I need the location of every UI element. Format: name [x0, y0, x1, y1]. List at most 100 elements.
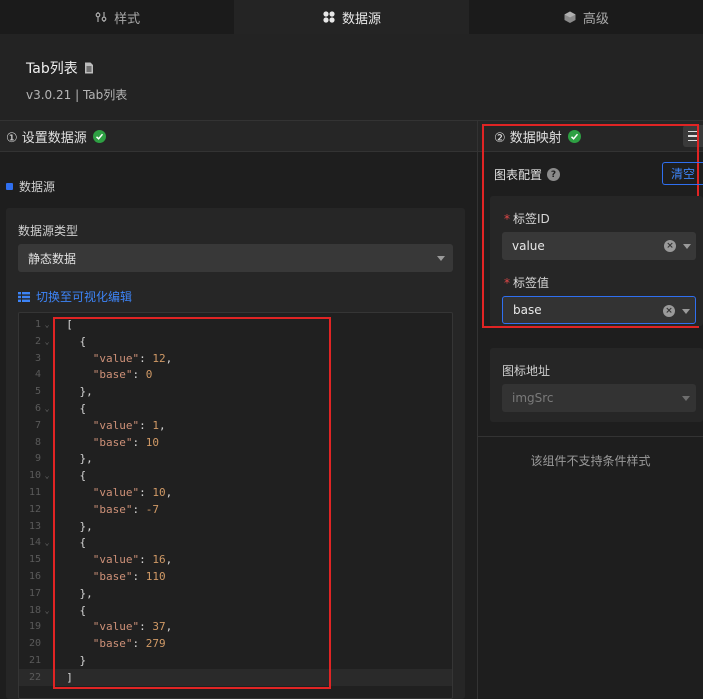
switch-visual-edit-text: 切换至可视化编辑	[36, 290, 133, 304]
code-text: },	[53, 385, 93, 399]
tag-id-label-text: 标签ID	[513, 212, 550, 226]
line-number: 1	[34, 319, 41, 330]
tab-datasource-label: 数据源	[341, 11, 381, 27]
line-number: 7	[34, 419, 41, 431]
code-line: 20 "base": 279	[19, 635, 452, 652]
line-number: 3	[34, 352, 41, 364]
line-number: 6	[34, 403, 41, 414]
tab-advanced-label: 高级	[582, 11, 609, 27]
clear-circle-icon[interactable]: ×	[663, 305, 675, 317]
code-text: "base": -7	[92, 502, 159, 516]
code-line: 11 "value": 10,	[19, 484, 452, 501]
column-divider	[477, 120, 478, 699]
table-grid-icon	[18, 291, 30, 302]
square-icon	[6, 183, 13, 190]
code-line: 14 ⌄ {	[19, 534, 452, 551]
switch-visual-edit-link[interactable]: 切换至可视化编辑	[18, 288, 132, 305]
icon-address-label: 图标地址	[502, 364, 551, 378]
code-line: 5 },	[19, 383, 452, 400]
tag-id-select[interactable]: value ×	[502, 232, 696, 260]
line-number: 21	[28, 655, 41, 666]
tag-value-value: base	[513, 303, 542, 317]
mapping-step-header[interactable]: ② 数据映射	[478, 120, 703, 152]
tab-style[interactable]: 样式	[0, 0, 234, 34]
code-text: {	[53, 402, 87, 415]
code-line: 18 ⌄ {	[19, 602, 452, 619]
database-icon	[323, 11, 335, 23]
line-number: 12	[28, 503, 41, 515]
fold-chevron-icon[interactable]: ⌄	[41, 538, 53, 547]
fold-chevron-icon[interactable]: ⌄	[41, 320, 53, 329]
line-number: 17	[28, 587, 41, 599]
fold-chevron-icon[interactable]: ⌄	[41, 337, 53, 346]
check-circle-icon	[92, 129, 106, 143]
datasource-panel: 数据源类型 静态数据 切换至可视化编辑 1 ⌄ [2 ⌄ {3 "value": 1…	[6, 208, 465, 699]
code-line: 13 },	[19, 518, 452, 535]
tag-value-label-text: 标签值	[513, 276, 550, 290]
json-code-editor[interactable]: 1 ⌄ [2 ⌄ {3 "value": 12, 4 "base": 05 }, 6 ⌄ …	[18, 312, 453, 699]
code-line: 21 }	[19, 652, 452, 669]
no-condition-style-text: 该组件不支持条件样式	[530, 454, 651, 468]
caret-down-icon	[683, 244, 691, 249]
chart-config-label: 图表配置 ?	[494, 166, 561, 183]
line-number: 22	[28, 671, 41, 683]
code-text: },	[53, 519, 93, 533]
caret-down-icon	[682, 396, 690, 401]
fold-chevron-icon[interactable]: ⌄	[41, 471, 53, 480]
line-number: 16	[28, 571, 41, 582]
section-divider	[478, 436, 703, 437]
caret-down-icon	[437, 256, 445, 261]
check-circle-icon	[567, 129, 581, 143]
line-number: 8	[34, 436, 41, 448]
code-line: 9 },	[19, 450, 452, 467]
tab-style-label: 样式	[114, 11, 141, 27]
line-number: 14	[28, 537, 41, 549]
tag-id-label: * 标签ID	[504, 210, 550, 227]
required-asterisk: *	[504, 276, 510, 290]
code-text: [	[53, 318, 73, 331]
line-number: 5	[34, 386, 41, 398]
help-icon[interactable]: ?	[547, 168, 561, 181]
code-text: "base": 279	[92, 637, 166, 651]
caret-down-icon	[682, 309, 690, 314]
code-line: 8 "base": 10	[19, 434, 452, 451]
icon-address-select[interactable]: imgSrc	[502, 384, 696, 412]
code-line: 4 "base": 0	[19, 366, 452, 383]
cube-icon	[564, 11, 576, 23]
datasource-step-header[interactable]: ① 设置数据源	[0, 120, 478, 152]
code-text: "value": 1,	[92, 418, 166, 432]
datasource-label-text: 数据源	[19, 180, 56, 194]
code-line: 17 },	[19, 585, 452, 602]
line-number: 11	[28, 487, 41, 498]
tab-datasource[interactable]: 数据源	[234, 0, 469, 34]
code-line: 10 ⌄ {	[19, 467, 452, 484]
code-text: {	[53, 536, 87, 550]
fold-chevron-icon[interactable]: ⌄	[41, 606, 53, 615]
line-number: 18	[28, 604, 41, 616]
tag-value-select[interactable]: base ×	[502, 296, 696, 324]
code-line: 2 ⌄ {	[19, 333, 452, 350]
datasource-type-select[interactable]: 静态数据	[18, 244, 453, 272]
line-number: 4	[34, 369, 41, 381]
document-icon[interactable]	[84, 62, 94, 74]
code-line: 6 ⌄ {	[19, 400, 452, 417]
fold-chevron-icon[interactable]: ⌄	[41, 404, 53, 413]
code-line: 15 "value": 16,	[19, 551, 452, 568]
code-text: ]	[53, 670, 73, 684]
datasource-label: 数据源	[6, 178, 55, 195]
datasource-type-value: 静态数据	[28, 251, 77, 266]
clear-circle-icon[interactable]: ×	[664, 240, 676, 252]
code-text: "value": 16,	[92, 553, 173, 567]
required-asterisk: *	[504, 212, 510, 226]
code-line: 19 "value": 37,	[19, 618, 452, 635]
clear-button[interactable]: 清空	[662, 162, 703, 185]
component-title: Tab列表	[26, 58, 94, 78]
tab-advanced[interactable]: 高级	[469, 0, 703, 34]
top-tabs: 样式 数据源 高级	[0, 0, 703, 34]
sliders-icon	[95, 12, 107, 22]
datasource-type-label: 数据源类型	[18, 224, 79, 238]
menu-icon[interactable]	[683, 125, 703, 147]
code-line: 3 "value": 12,	[19, 350, 452, 367]
code-text: }	[53, 654, 87, 667]
mapping-fields-panel: * 标签ID value × * 标签值 base ×	[490, 196, 703, 326]
